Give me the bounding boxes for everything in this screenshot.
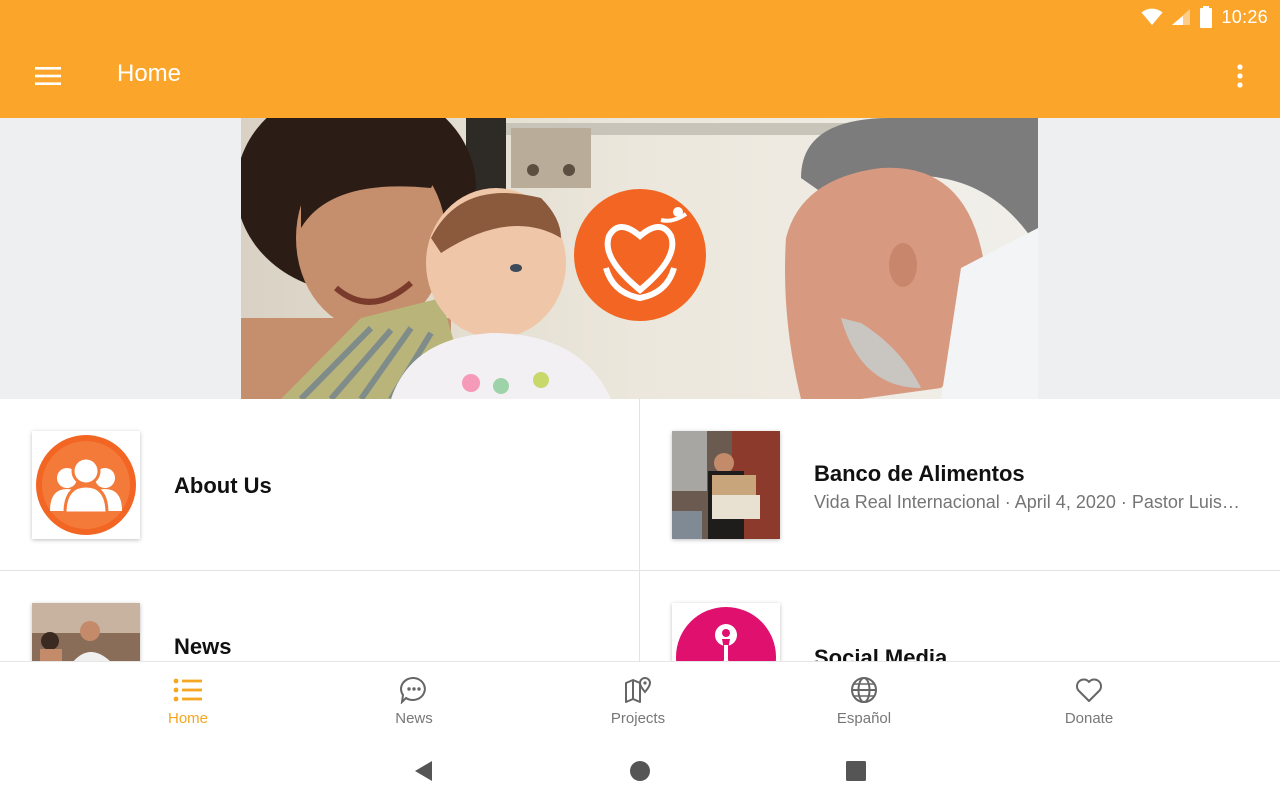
social-media-icon xyxy=(676,607,776,661)
hero-photo-illustration xyxy=(241,118,1038,399)
status-time: 10:26 xyxy=(1221,6,1268,27)
tile-social-media[interactable]: Social Media xyxy=(640,571,1280,661)
tile-title-banco-de-alimentos: Banco de Alimentos xyxy=(814,461,1025,486)
cell-signal-icon xyxy=(1172,9,1191,25)
nav-label-home: Home xyxy=(167,710,208,727)
recents-square-icon xyxy=(846,761,866,781)
nav-label-espanol: Español xyxy=(836,710,892,727)
nav-label-news: News xyxy=(395,710,433,727)
nav-home[interactable]: Home xyxy=(113,662,263,742)
wifi-icon xyxy=(1141,8,1163,25)
system-home-button[interactable] xyxy=(625,756,655,786)
map-pin-icon xyxy=(625,677,652,703)
nav-projects[interactable]: Projects xyxy=(563,662,713,742)
app-screen: 10:26 Home About Us Banco de Alimentos V… xyxy=(0,0,1280,800)
page-title: Home xyxy=(117,60,182,87)
nav-label-donate: Donate xyxy=(1064,710,1114,727)
tile-banco-de-alimentos[interactable]: Banco de Alimentos Vida Real Internacion… xyxy=(640,399,1280,571)
home-circle-icon xyxy=(630,761,650,781)
back-triangle-icon xyxy=(415,761,432,781)
nav-label-projects: Projects xyxy=(610,710,666,727)
chat-bubble-icon xyxy=(400,676,426,704)
nav-espanol[interactable]: Español xyxy=(789,662,939,742)
hero-photo xyxy=(241,118,1038,399)
hamburger-menu-button[interactable] xyxy=(26,54,70,98)
tile-title-news: News xyxy=(174,634,232,659)
heart-hands-logo-circle xyxy=(574,189,706,321)
heart-icon xyxy=(1076,678,1102,702)
food-bank-photo xyxy=(672,431,780,539)
tile-news[interactable]: News xyxy=(0,571,640,661)
tile-title-about-us: About Us xyxy=(174,473,272,498)
tile-title-social-media: Social Media xyxy=(814,645,948,661)
nav-news[interactable]: News xyxy=(339,662,489,742)
home-tile-grid: About Us Banco de Alimentos Vida Real In… xyxy=(0,399,1280,661)
system-back-button[interactable] xyxy=(408,756,438,786)
bottom-navigation: Home News Projects Español Donate xyxy=(0,661,1280,741)
system-recents-button[interactable] xyxy=(841,756,871,786)
about-us-thumbnail xyxy=(32,431,140,539)
app-bar: Home xyxy=(0,34,1280,118)
news-photo xyxy=(32,603,140,661)
social-media-thumbnail xyxy=(672,603,780,661)
tile-subtitle-banco-de-alimentos: Vida Real Internacional · April 4, 2020 … xyxy=(814,492,1244,512)
people-group-icon xyxy=(36,435,136,535)
news-thumbnail xyxy=(32,603,140,661)
hamburger-menu-icon xyxy=(35,67,61,85)
battery-icon xyxy=(1200,6,1213,28)
nav-donate[interactable]: Donate xyxy=(1014,662,1164,742)
system-navigation-bar xyxy=(0,741,1280,800)
banco-de-alimentos-thumbnail xyxy=(672,431,780,539)
tile-about-us[interactable]: About Us xyxy=(0,399,640,571)
status-bar: 10:26 xyxy=(0,0,1280,34)
hero-banner xyxy=(0,118,1280,399)
overflow-menu-button[interactable] xyxy=(1220,54,1260,98)
status-icons: 10:26 xyxy=(1141,5,1268,29)
list-icon xyxy=(173,678,202,702)
globe-icon xyxy=(851,677,877,703)
more-vertical-icon xyxy=(1237,64,1243,88)
